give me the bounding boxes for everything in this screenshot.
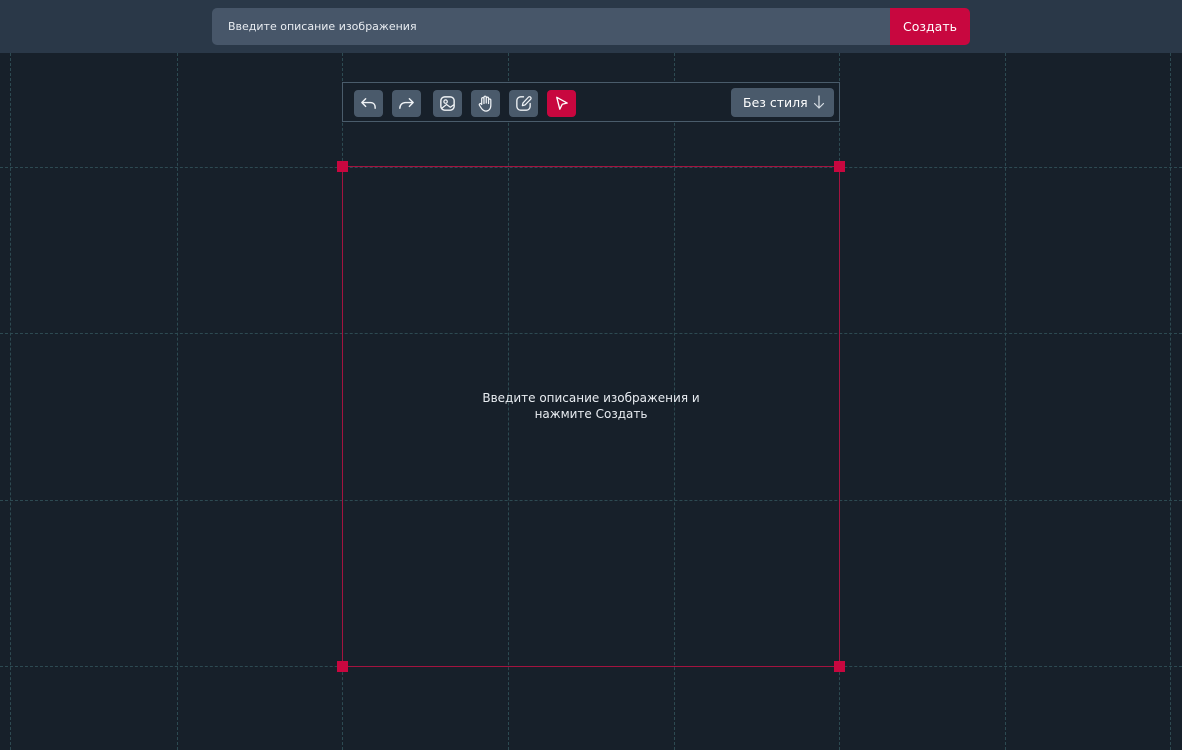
- create-button[interactable]: Создать: [890, 8, 970, 45]
- canvas-hint: Введите описание изображения и нажмите С…: [441, 390, 741, 422]
- undo-button[interactable]: [354, 90, 383, 117]
- editor-page: Создать: [0, 0, 1182, 750]
- resize-handle-top-right[interactable]: [834, 161, 845, 172]
- hand-button[interactable]: [471, 90, 500, 117]
- arrow-down-icon: [813, 95, 825, 109]
- style-dropdown[interactable]: Без стиля: [731, 88, 834, 117]
- hand-icon: [478, 95, 492, 112]
- edit-button[interactable]: [509, 90, 538, 117]
- image-button[interactable]: [433, 90, 462, 117]
- pencil-icon: [516, 96, 532, 111]
- resize-handle-bottom-right[interactable]: [834, 661, 845, 672]
- undo-icon: [361, 98, 376, 109]
- grid-line: [1170, 53, 1171, 750]
- canvas-toolbar: Без стиля: [342, 82, 840, 122]
- grid-line: [177, 53, 178, 750]
- top-bar: Создать: [0, 0, 1182, 53]
- image-icon: [440, 96, 455, 111]
- resize-handle-top-left[interactable]: [337, 161, 348, 172]
- canvas-hint-line: Введите описание изображения и: [482, 391, 700, 405]
- redo-button[interactable]: [392, 90, 421, 117]
- redo-icon: [399, 98, 414, 109]
- resize-handle-bottom-left[interactable]: [337, 661, 348, 672]
- canvas-hint-line: нажмите Создать: [534, 407, 648, 421]
- grid-line: [10, 53, 11, 750]
- style-dropdown-label: Без стиля: [743, 95, 808, 110]
- grid-line: [1005, 53, 1006, 750]
- select-button[interactable]: [547, 90, 576, 117]
- cursor-icon: [556, 96, 568, 110]
- prompt-input[interactable]: [212, 8, 890, 45]
